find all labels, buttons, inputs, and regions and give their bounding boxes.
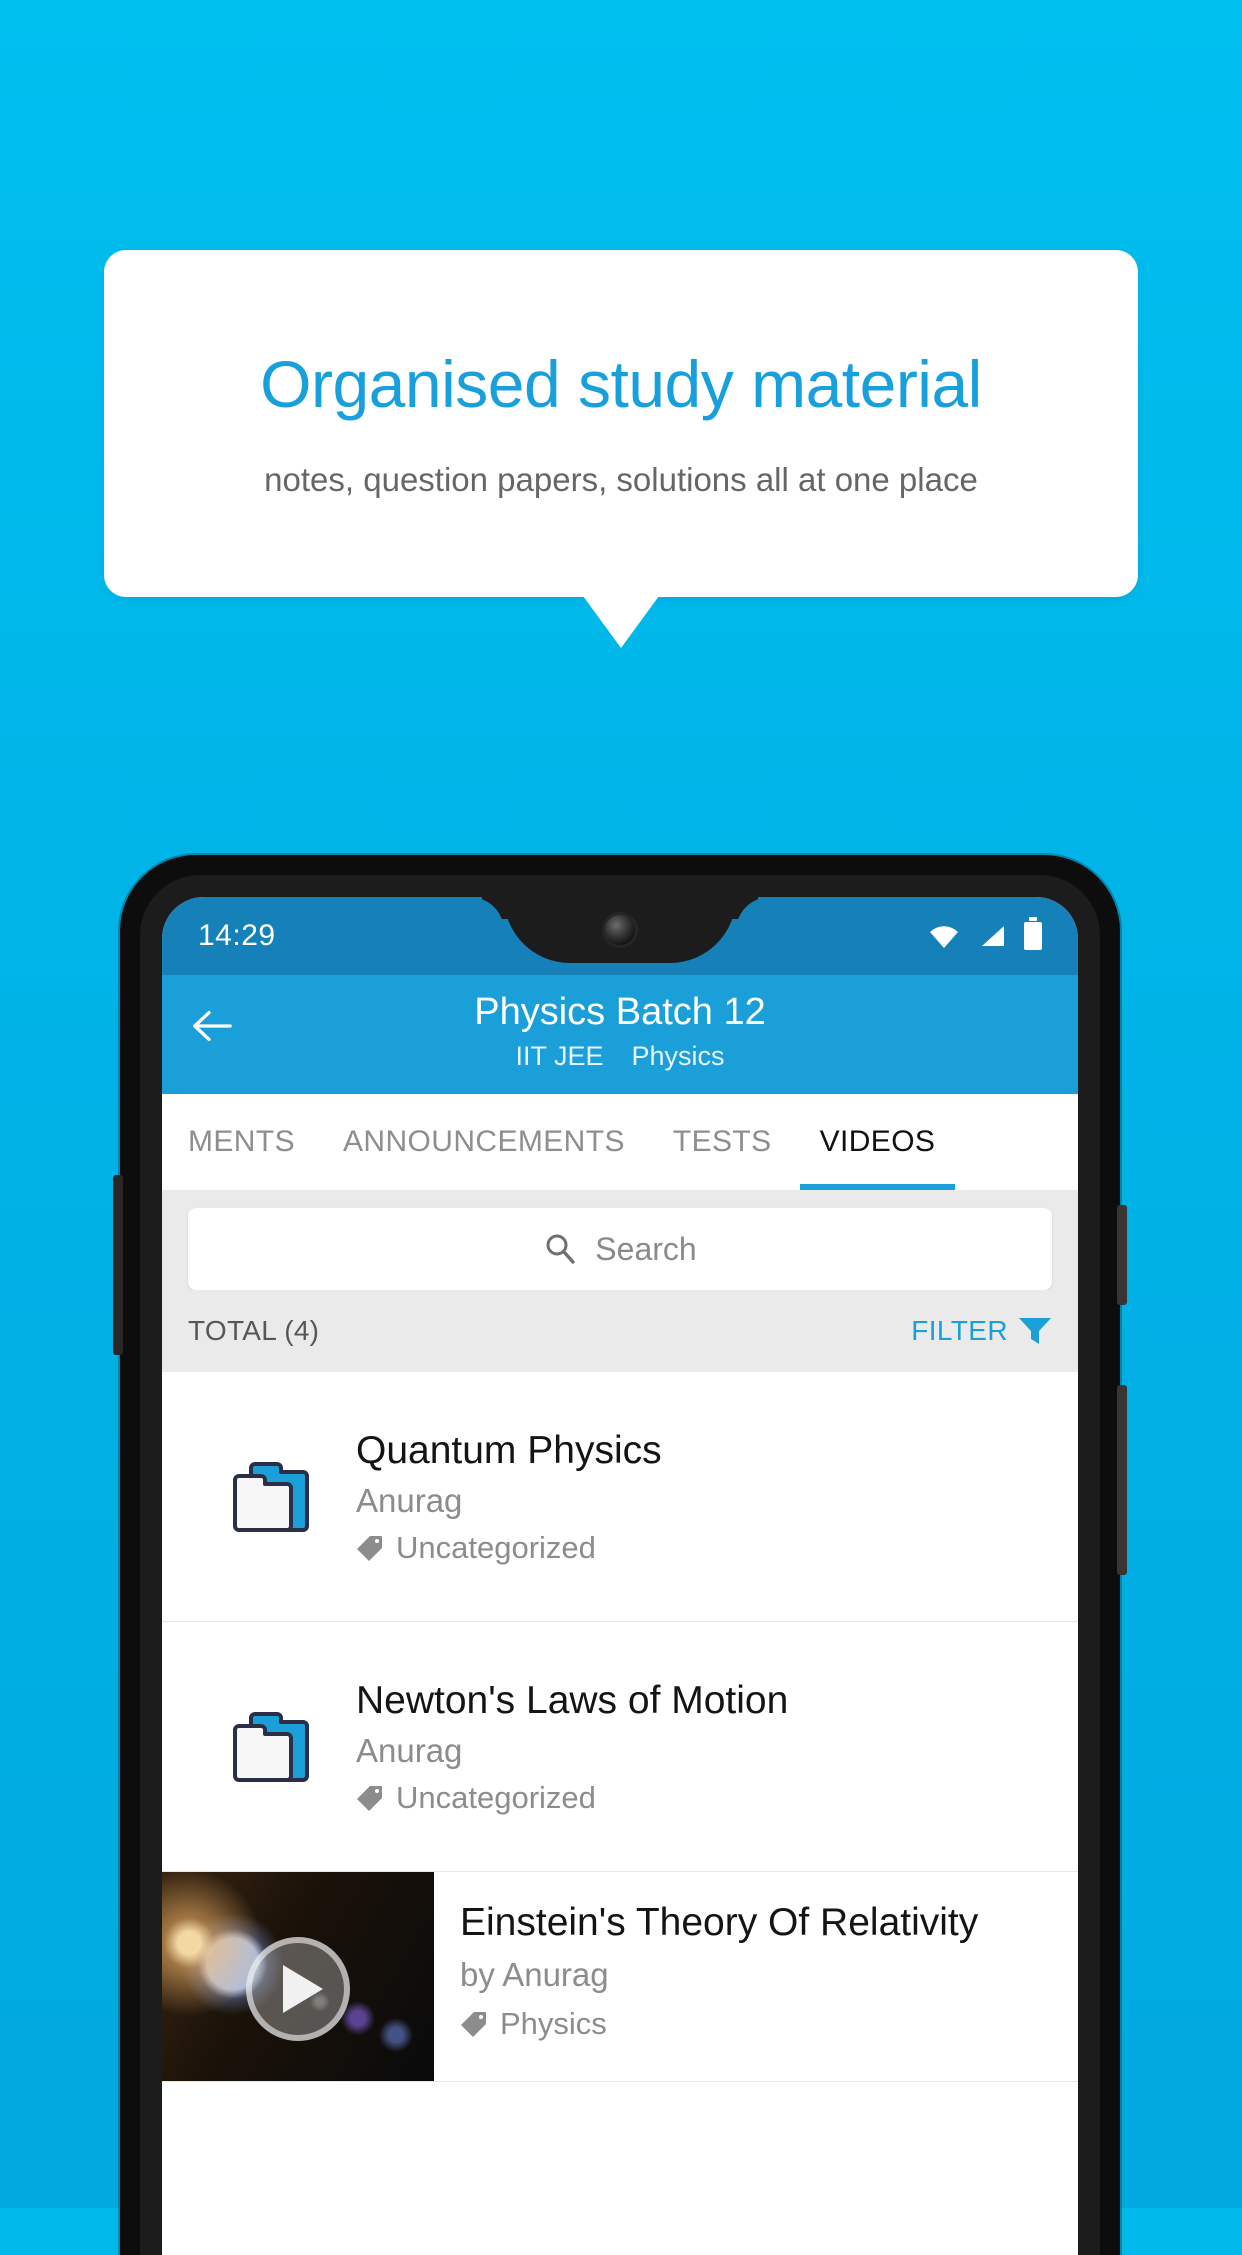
filter-funnel-icon bbox=[1019, 1318, 1051, 1345]
filter-button[interactable]: FILTER bbox=[911, 1315, 1052, 1347]
battery-icon bbox=[1024, 917, 1042, 950]
list-item-title: Quantum Physics bbox=[356, 1428, 662, 1472]
video-thumbnail[interactable] bbox=[162, 1872, 434, 2082]
page-title: Physics Batch 12 bbox=[474, 991, 766, 1033]
filter-label: FILTER bbox=[911, 1315, 1008, 1347]
list-item[interactable]: Einstein's Theory Of Relativity by Anura… bbox=[162, 1872, 1078, 2083]
search-section: Search bbox=[162, 1190, 1078, 1291]
list-item-icon-wrap bbox=[188, 1708, 356, 1786]
phone-frame: 14:29 Physics Batch 12 IIT JEE Physics M… bbox=[113, 855, 1127, 2255]
list-item-tag: Uncategorized bbox=[356, 1530, 1042, 1566]
page-subtitle: IIT JEE Physics bbox=[188, 1041, 1052, 1072]
list-item-title: Einstein's Theory Of Relativity bbox=[460, 1901, 979, 1945]
subtitle-exam: IIT JEE bbox=[515, 1041, 604, 1072]
search-input[interactable]: Search bbox=[188, 1208, 1052, 1291]
promo-title: Organised study material bbox=[260, 347, 982, 422]
list-item-icon-wrap bbox=[188, 1458, 356, 1536]
promo-card: Organised study material notes, question… bbox=[104, 250, 1138, 597]
total-count-label: TOTAL (4) bbox=[188, 1315, 320, 1347]
list-item-author: Anurag bbox=[356, 1481, 463, 1519]
list-item[interactable]: Newton's Laws of Motion Anurag Uncategor… bbox=[162, 1622, 1078, 1873]
tab-announcements[interactable]: ANNOUNCEMENTS bbox=[343, 1094, 625, 1190]
list-item-tag: Physics bbox=[460, 2006, 1058, 2042]
front-camera bbox=[605, 915, 635, 945]
phone-screen: 14:29 Physics Batch 12 IIT JEE Physics M… bbox=[162, 897, 1078, 2255]
tab-tests[interactable]: TESTS bbox=[673, 1094, 772, 1190]
app-bar: Physics Batch 12 IIT JEE Physics bbox=[162, 975, 1078, 1095]
search-placeholder: Search bbox=[595, 1230, 697, 1267]
list-item-author: Anurag bbox=[356, 1731, 463, 1769]
subtitle-subject: Physics bbox=[631, 1041, 725, 1072]
phone-volume-button[interactable] bbox=[1117, 1385, 1127, 1575]
tab-videos[interactable]: VIDEOS bbox=[799, 1094, 956, 1191]
tag-icon bbox=[461, 2012, 486, 2038]
list-item-author: by Anurag bbox=[460, 1956, 609, 1994]
tag-icon bbox=[357, 1535, 382, 1561]
list-item-body: Einstein's Theory Of Relativity by Anura… bbox=[434, 1872, 1078, 2081]
phone-left-button[interactable] bbox=[113, 1175, 123, 1355]
promo-card-tail bbox=[583, 596, 659, 648]
list-item-tag-label: Physics bbox=[500, 2006, 607, 2042]
folder-icon bbox=[233, 1711, 309, 1782]
phone-notch bbox=[504, 897, 736, 963]
phone-power-button[interactable] bbox=[1117, 1205, 1127, 1305]
folder-icon bbox=[233, 1461, 309, 1532]
list-item[interactable]: Quantum Physics Anurag Uncategorized bbox=[162, 1372, 1078, 1623]
list-item-tag: Uncategorized bbox=[356, 1780, 1042, 1816]
list-item-body: Quantum Physics Anurag Uncategorized bbox=[356, 1428, 1052, 1566]
search-icon bbox=[546, 1234, 575, 1265]
tab-bar: MENTS ANNOUNCEMENTS TESTS VIDEOS bbox=[162, 1094, 1078, 1191]
list-toolbar: TOTAL (4) FILTER bbox=[162, 1290, 1078, 1373]
status-bar: 14:29 bbox=[162, 897, 1078, 975]
play-icon[interactable] bbox=[246, 1937, 350, 2042]
video-list: Quantum Physics Anurag Uncategorized New… bbox=[162, 1372, 1078, 2083]
wifi-icon bbox=[930, 926, 958, 948]
app-bar-titles: Physics Batch 12 IIT JEE Physics bbox=[188, 989, 1052, 1072]
status-time: 14:29 bbox=[198, 919, 276, 952]
promo-subtitle: notes, question papers, solutions all at… bbox=[264, 460, 978, 498]
list-item-tag-label: Uncategorized bbox=[396, 1779, 596, 1815]
list-item-title: Newton's Laws of Motion bbox=[356, 1678, 789, 1722]
play-triangle bbox=[283, 1965, 323, 2014]
list-item-tag-label: Uncategorized bbox=[396, 1529, 596, 1565]
status-icon-group bbox=[928, 917, 1042, 950]
signal-icon bbox=[982, 926, 1004, 946]
tab-assignments[interactable]: MENTS bbox=[188, 1094, 295, 1190]
tag-icon bbox=[357, 1785, 382, 1811]
list-item-body: Newton's Laws of Motion Anurag Uncategor… bbox=[356, 1678, 1052, 1816]
